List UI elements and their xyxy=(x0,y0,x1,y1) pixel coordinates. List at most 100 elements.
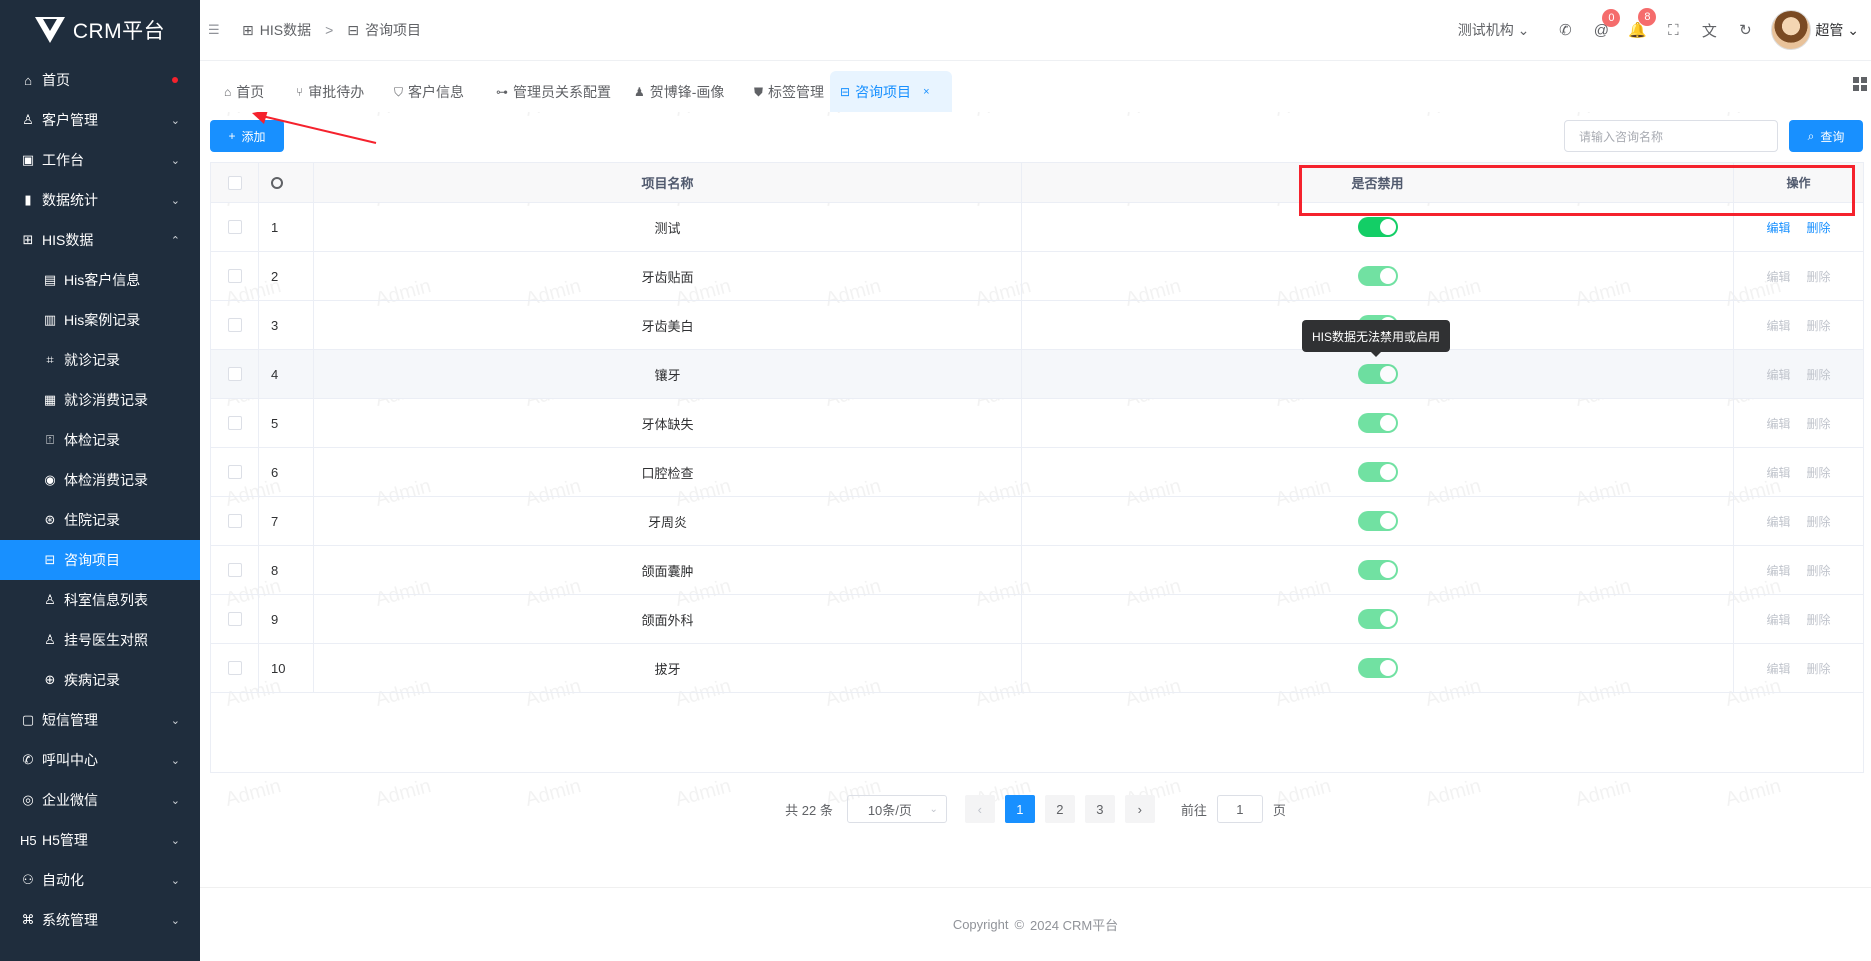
search-button[interactable]: ⌕ 查询 xyxy=(1789,120,1863,152)
hamburger-icon[interactable]: ☰ xyxy=(208,22,228,38)
logo[interactable]: CRM平台 xyxy=(0,0,200,60)
sidebar-item[interactable]: ▥ His案例记录 xyxy=(0,300,200,340)
delete-button[interactable]: 删除 xyxy=(1807,464,1831,481)
sidebar-item[interactable]: ▮ 数据统计 ⌄ xyxy=(0,180,200,220)
sidebar-item[interactable]: ⍐ 体检记录 xyxy=(0,420,200,460)
sidebar-item[interactable]: ▤ His客户信息 xyxy=(0,260,200,300)
edit-button[interactable]: 编辑 xyxy=(1766,317,1790,334)
sidebar-item[interactable]: ♙ 客户管理 ⌄ xyxy=(0,100,200,140)
sidebar-item[interactable]: H5 H5管理 ⌄ xyxy=(0,820,200,860)
delete-button[interactable]: 删除 xyxy=(1807,513,1831,530)
sidebar-item[interactable]: ⌗ 就诊记录 xyxy=(0,340,200,380)
sidebar-item[interactable]: ⊛ 住院记录 xyxy=(0,500,200,540)
table-row[interactable]: 1 测试 编辑 删除 xyxy=(211,203,1863,252)
grid-icon[interactable] xyxy=(1853,77,1867,91)
sidebar-item[interactable]: ◎ 企业微信 ⌄ xyxy=(0,780,200,820)
table-row[interactable]: 9 颌面外科 编辑 删除 xyxy=(211,595,1863,644)
sidebar-item[interactable]: ⚇ 自动化 ⌄ xyxy=(0,860,200,900)
fullscreen-icon[interactable]: ⛶ xyxy=(1655,22,1691,39)
table-row[interactable]: 10 拔牙 编辑 删除 xyxy=(211,644,1863,693)
tab[interactable]: ⊟ 咨询项目 × xyxy=(830,71,952,113)
delete-button[interactable]: 删除 xyxy=(1807,366,1831,383)
close-icon[interactable]: × xyxy=(923,86,929,98)
sidebar-item[interactable]: ▢ 短信管理 ⌄ xyxy=(0,700,200,740)
delete-button[interactable]: 删除 xyxy=(1807,317,1831,334)
sidebar-item[interactable]: ♙ 挂号医生对照 xyxy=(0,620,200,660)
refresh-icon[interactable]: ↻ xyxy=(1727,21,1763,39)
goto-page-input[interactable]: 1 xyxy=(1216,795,1263,823)
table-row[interactable]: 7 牙周炎 编辑 删除 xyxy=(211,497,1863,546)
table-row[interactable]: 4 镶牙 编辑 删除 xyxy=(211,350,1863,399)
table-row[interactable]: 6 口腔检查 编辑 删除 xyxy=(211,448,1863,497)
disable-toggle[interactable] xyxy=(1357,364,1398,384)
disable-toggle[interactable] xyxy=(1357,511,1398,531)
edit-button[interactable]: 编辑 xyxy=(1766,415,1790,432)
sidebar-item[interactable]: ⌘ 系统管理 ⌄ xyxy=(0,900,200,940)
delete-button[interactable]: 删除 xyxy=(1807,611,1831,628)
prev-page-button[interactable]: ‹ xyxy=(964,795,995,823)
page-button[interactable]: 2 xyxy=(1044,795,1075,823)
edit-button[interactable]: 编辑 xyxy=(1766,464,1790,481)
row-checkbox[interactable] xyxy=(227,318,242,332)
edit-button[interactable]: 编辑 xyxy=(1766,366,1790,383)
disable-toggle[interactable] xyxy=(1357,266,1398,286)
sidebar-item[interactable]: ◉ 体检消费记录 xyxy=(0,460,200,500)
bell-icon[interactable]: 🔔 8 xyxy=(1619,8,1657,39)
row-checkbox[interactable] xyxy=(227,367,242,381)
sidebar-item[interactable]: ♙ 科室信息列表 xyxy=(0,580,200,620)
tab[interactable]: ⊶ 管理员关系配置 xyxy=(486,71,621,113)
page-size-select[interactable]: 10条/页 ⌄ xyxy=(846,795,947,823)
delete-button[interactable]: 删除 xyxy=(1807,268,1831,285)
tab[interactable]: ⛊ 标签管理 xyxy=(744,71,834,113)
disable-toggle[interactable] xyxy=(1357,609,1398,629)
edit-button[interactable]: 编辑 xyxy=(1766,611,1790,628)
breadcrumb-item[interactable]: HIS数据 xyxy=(260,20,311,40)
disable-toggle[interactable] xyxy=(1357,560,1398,580)
avatar[interactable] xyxy=(1771,10,1812,50)
row-checkbox[interactable] xyxy=(227,269,242,283)
table-row[interactable]: 2 牙齿贴面 编辑 删除 xyxy=(211,252,1863,301)
select-all-checkbox[interactable] xyxy=(227,175,242,190)
row-checkbox[interactable] xyxy=(227,612,242,626)
at-icon[interactable]: @0 xyxy=(1583,8,1621,39)
delete-button[interactable]: 删除 xyxy=(1807,219,1831,236)
add-button[interactable]: + 添加 xyxy=(210,120,284,152)
page-button[interactable]: 1 xyxy=(1004,795,1035,823)
table-row[interactable]: 8 颌面囊肿 编辑 删除 xyxy=(211,546,1863,595)
delete-button[interactable]: 删除 xyxy=(1807,562,1831,579)
disable-toggle[interactable] xyxy=(1357,413,1398,433)
delete-button[interactable]: 删除 xyxy=(1807,660,1831,677)
disable-toggle[interactable] xyxy=(1357,217,1398,237)
row-checkbox[interactable] xyxy=(227,220,242,234)
sidebar-item[interactable]: ✆ 呼叫中心 ⌄ xyxy=(0,740,200,780)
tab[interactable]: ⑂ 审批待办 xyxy=(286,71,374,113)
table-row[interactable]: 5 牙体缺失 编辑 删除 xyxy=(211,399,1863,448)
org-select[interactable]: 测试机构 ⌄ xyxy=(1458,20,1530,40)
edit-button[interactable]: 编辑 xyxy=(1766,562,1790,579)
disable-toggle[interactable] xyxy=(1357,462,1398,482)
edit-button[interactable]: 编辑 xyxy=(1766,219,1790,236)
row-checkbox[interactable] xyxy=(227,661,242,675)
gear-icon[interactable] xyxy=(271,176,283,189)
page-button[interactable]: 3 xyxy=(1084,795,1115,823)
row-checkbox[interactable] xyxy=(227,416,242,430)
edit-button[interactable]: 编辑 xyxy=(1766,660,1790,677)
user-menu[interactable]: 超管 ⌄ xyxy=(1815,20,1859,40)
sidebar-item[interactable]: ⊕ 疾病记录 xyxy=(0,660,200,700)
sidebar-item[interactable]: ⊟ 咨询项目 xyxy=(0,540,200,580)
phone-icon[interactable]: ✆ xyxy=(1547,21,1583,39)
search-input[interactable]: 请输入咨询名称 xyxy=(1564,120,1778,152)
row-checkbox[interactable] xyxy=(227,514,242,528)
next-page-button[interactable]: › xyxy=(1124,795,1155,823)
edit-button[interactable]: 编辑 xyxy=(1766,268,1790,285)
delete-button[interactable]: 删除 xyxy=(1807,415,1831,432)
sidebar-item[interactable]: ▣ 工作台 ⌄ xyxy=(0,140,200,180)
sidebar-item[interactable]: ⊞ HIS数据 ⌃ xyxy=(0,220,200,260)
sidebar-item[interactable]: ▦ 就诊消费记录 xyxy=(0,380,200,420)
tab[interactable]: ⛉ 客户信息 xyxy=(384,71,474,113)
translate-icon[interactable]: 文 xyxy=(1691,20,1727,41)
table-row[interactable]: 3 牙齿美白 编辑 删除 xyxy=(211,301,1863,350)
tab[interactable]: ⌂ 首页 xyxy=(214,71,274,113)
sidebar-item[interactable]: ⌂ 首页 xyxy=(0,60,200,100)
edit-button[interactable]: 编辑 xyxy=(1766,513,1790,530)
